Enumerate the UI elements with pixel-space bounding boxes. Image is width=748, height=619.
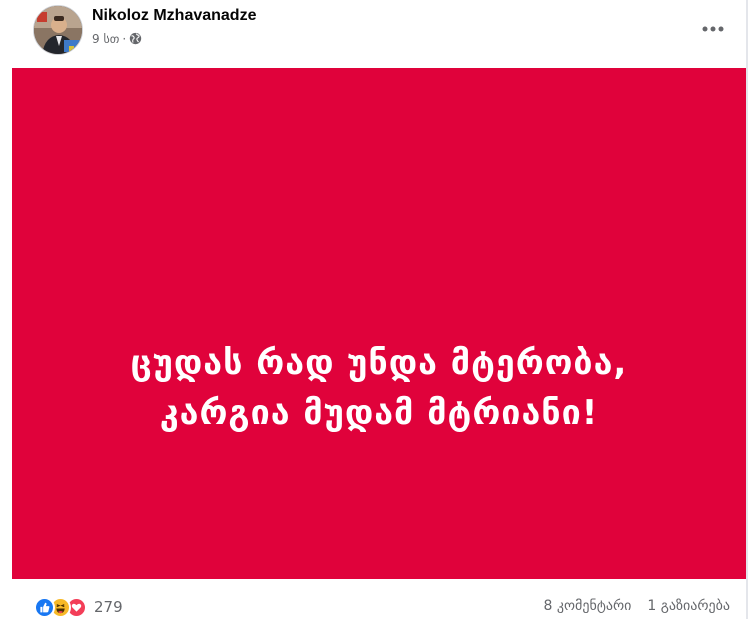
- post-time[interactable]: 9 სთ: [92, 32, 119, 46]
- post-image[interactable]: ცუდას რად უნდა მტერობა, კარგია მუდამ მტრ…: [12, 68, 746, 579]
- reaction-count: 279: [94, 598, 123, 616]
- post-meta: 9 სთ ·: [92, 30, 142, 48]
- author-name[interactable]: Nikoloz Mzhavanadze: [92, 7, 256, 25]
- post-header: Nikoloz Mzhavanadze 9 სთ ·: [0, 0, 748, 68]
- more-horizontal-icon: [702, 26, 724, 32]
- reactions-summary[interactable]: 279: [34, 596, 123, 618]
- post-footer: 279 8 კომენტარი 1 გაზიარება: [0, 584, 748, 619]
- meta-separator: ·: [122, 32, 127, 46]
- post-text-line-2: კარგია მუდამ მტრიანი!: [159, 393, 599, 433]
- globe-icon[interactable]: [129, 30, 142, 49]
- post-image-text: ცუდას რად უნდა მტერობა, კარგია მუდამ მტრ…: [12, 338, 746, 438]
- post-card: Nikoloz Mzhavanadze 9 სთ · ცუდას რად უნდ…: [0, 0, 748, 619]
- post-text-line-1: ცუდას რად უნდა მტერობა,: [130, 343, 628, 383]
- shares-count-link[interactable]: 1 გაზიარება: [647, 598, 730, 614]
- avatar-photo-icon: [34, 6, 82, 54]
- avatar[interactable]: [33, 5, 83, 55]
- comments-count-link[interactable]: 8 კომენტარი: [544, 598, 632, 614]
- engagement-stats: 8 კომენტარი 1 გაზიარება: [544, 598, 730, 614]
- like-icon: [34, 596, 55, 618]
- more-options-button[interactable]: [699, 15, 727, 43]
